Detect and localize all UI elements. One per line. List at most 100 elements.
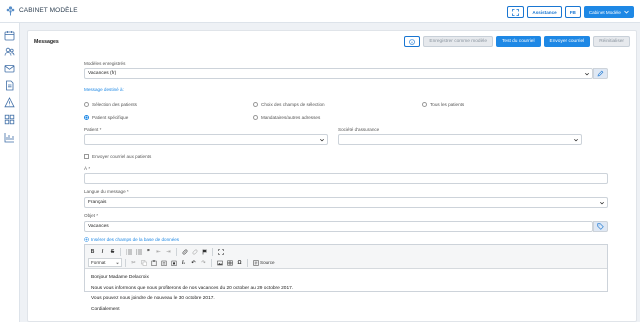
subject-input[interactable]: Vacances: [84, 221, 593, 232]
warning-icon[interactable]: [4, 97, 15, 108]
mail-icon[interactable]: [4, 63, 15, 74]
reset-button[interactable]: Réinitialiser: [593, 36, 630, 47]
body-line: Nous vous informons que nous profiterons…: [91, 285, 294, 291]
radio-patient-selection[interactable]: Sélection des patients: [84, 102, 137, 107]
numbered-list-icon: [125, 249, 132, 254]
radio-label: Mandataires/autres adresses: [261, 115, 321, 120]
radio-specific-patient[interactable]: Patient spécifique: [84, 115, 128, 120]
cut-button[interactable]: ✂: [129, 258, 138, 267]
strike-button[interactable]: S: [108, 247, 117, 256]
radio-label: Patient spécifique: [92, 115, 129, 120]
special-char-button[interactable]: Ω: [235, 258, 244, 267]
body-line: Vous pouvez nous joindre de nouveau le 3…: [91, 296, 215, 301]
radio-proxies[interactable]: Mandataires/autres adresses: [253, 115, 320, 120]
chevron-down-icon: [116, 262, 119, 265]
editor-content[interactable]: Bonjour Madame Delacroix Nous vous infor…: [91, 273, 293, 315]
chevron-down-icon: [624, 10, 629, 14]
tag-button[interactable]: [593, 221, 608, 232]
numbered-list-button[interactable]: [124, 247, 133, 256]
save-template-button[interactable]: Enregistrer comme modèle: [423, 36, 493, 47]
source-icon: [253, 259, 259, 266]
bulleted-list-button[interactable]: [134, 247, 143, 256]
format-select[interactable]: Format: [88, 258, 122, 267]
radio-dot: [253, 115, 258, 120]
italic-button[interactable]: I: [98, 247, 107, 256]
to-input[interactable]: [84, 173, 608, 184]
indent-button[interactable]: ⇥: [164, 247, 173, 256]
plus-circle-icon: [84, 237, 89, 242]
user-button[interactable]: FB: [564, 6, 581, 18]
edit-template-button[interactable]: [593, 68, 608, 79]
language-label: Langue du message *: [84, 189, 129, 194]
redo-button[interactable]: ↷: [199, 258, 208, 267]
radio-label: Tous les patients: [430, 102, 465, 107]
patient-label: Patient *: [84, 127, 102, 132]
radio-dot: [253, 102, 258, 107]
insurance-label: Société d'assurance: [338, 127, 380, 132]
cabinet-menu-button[interactable]: Cabinet Modèle: [583, 6, 634, 18]
info-icon: [409, 38, 416, 45]
chevron-down-icon: [600, 201, 604, 205]
link-icon: [182, 249, 187, 254]
bold-button[interactable]: B: [88, 247, 97, 256]
radio-dot-selected: [84, 115, 89, 120]
subject-value: Vacances: [88, 224, 109, 229]
document-icon[interactable]: [4, 80, 15, 91]
paste-icon: [151, 259, 156, 266]
checkbox-box: [84, 154, 89, 159]
radio-selection-fields[interactable]: Choix des champs de sélection: [253, 102, 325, 107]
format-label: Format: [91, 260, 106, 265]
unlink-button[interactable]: [190, 247, 199, 256]
send-mail-button[interactable]: Envoyer courriel: [543, 36, 591, 47]
source-button[interactable]: Source: [251, 258, 277, 267]
outdent-button[interactable]: ⇤: [154, 247, 163, 256]
insurance-select[interactable]: [338, 134, 582, 145]
maximize-icon: [217, 248, 224, 255]
paste-button[interactable]: [149, 258, 158, 267]
brand[interactable]: CABINET MODÈLE: [5, 5, 78, 16]
insert-fields-label: Insérer des champs de la base de données: [91, 237, 180, 242]
assistance-button[interactable]: Assistance: [527, 6, 562, 18]
checkbox-label: Envoyer courriel aux patients: [92, 154, 152, 159]
saved-templates-label: Modèles enregistrés: [84, 61, 126, 66]
language-select[interactable]: Français: [84, 197, 608, 208]
image-button[interactable]: [215, 258, 224, 267]
info-button[interactable]: [404, 36, 421, 47]
radio-all-patients[interactable]: Tous les patients: [422, 102, 464, 107]
grid-icon[interactable]: [4, 114, 15, 125]
fullscreen-button[interactable]: [507, 6, 525, 18]
users-icon[interactable]: [4, 46, 15, 57]
language-value: Français: [88, 200, 107, 205]
paste-text-icon: [161, 260, 166, 266]
copy-button[interactable]: [139, 258, 148, 267]
send-to-patients-checkbox[interactable]: Envoyer courriel aux patients: [84, 154, 151, 159]
rich-text-editor[interactable]: B I S ❞ ⇤ ⇥ Format ✂ I x ↶ ↷ Ω Source Bo…: [84, 244, 608, 312]
quote-button[interactable]: ❞: [144, 247, 153, 256]
chevron-down-icon: [585, 72, 589, 76]
paste-word-button[interactable]: [169, 258, 178, 267]
test-mail-button[interactable]: Test du courriel: [496, 36, 541, 47]
toolbar-divider: [247, 258, 248, 267]
saved-templates-select[interactable]: Vacances (fr): [84, 68, 593, 79]
toolbar-divider: [212, 247, 213, 256]
link-button[interactable]: [180, 247, 189, 256]
undo-button[interactable]: ↶: [189, 258, 198, 267]
radio-label: Choix des champs de sélection: [261, 102, 325, 107]
bulleted-list-icon: [135, 249, 142, 254]
copy-icon: [140, 259, 147, 266]
paste-word-icon: [171, 260, 176, 266]
insert-fields-link[interactable]: Insérer des champs de la base de données: [84, 237, 179, 242]
chevron-down-icon: [320, 138, 324, 142]
maximize-button[interactable]: [216, 247, 225, 256]
table-button[interactable]: [225, 258, 234, 267]
chart-icon[interactable]: [4, 132, 15, 143]
calendar-icon[interactable]: [4, 30, 15, 41]
anchor-button[interactable]: [200, 247, 209, 256]
destination-label: Message destiné à:: [84, 87, 124, 92]
clear-format-button[interactable]: Ix: [179, 258, 188, 267]
chevron-down-icon: [574, 138, 578, 142]
toolbar-divider: [125, 258, 126, 267]
paste-text-button[interactable]: [159, 258, 168, 267]
top-bar: CABINET MODÈLE Assistance FB Cabinet Mod…: [0, 0, 640, 23]
patient-select[interactable]: [84, 134, 328, 145]
